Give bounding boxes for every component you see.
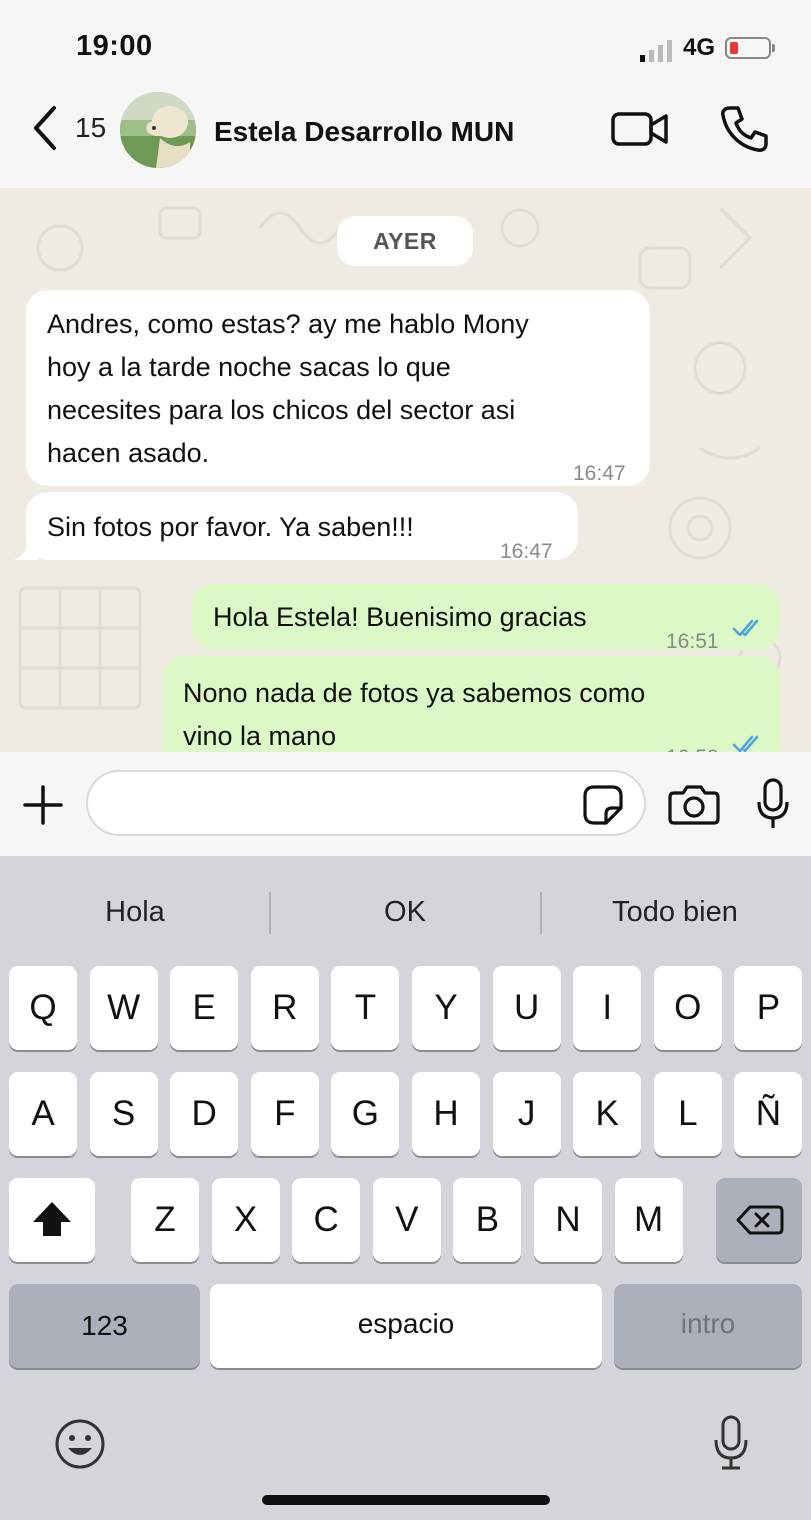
key-space[interactable]: espacio xyxy=(210,1284,602,1368)
incoming-message[interactable]: Andres, como estas? ay me hablo Mony hoy… xyxy=(26,290,650,486)
key-letter[interactable]: U xyxy=(492,966,561,1050)
camera-icon[interactable] xyxy=(668,783,720,825)
dictation-microphone-icon[interactable] xyxy=(712,1414,750,1472)
network-type: 4G xyxy=(683,34,716,61)
key-letter[interactable]: Y xyxy=(412,966,480,1050)
suggestion-hola[interactable]: Hola xyxy=(60,896,210,929)
key-letter[interactable]: F xyxy=(250,1072,319,1156)
key-letter[interactable]: R xyxy=(250,966,319,1050)
outgoing-message[interactable]: Hola Estela! Buenisimo gracias 16:51 xyxy=(192,584,780,653)
home-indicator xyxy=(262,1495,550,1505)
phone-call-icon[interactable] xyxy=(718,104,770,154)
key-letter[interactable]: O xyxy=(653,966,722,1050)
battery-cap xyxy=(772,44,775,52)
key-letter[interactable]: N xyxy=(534,1178,602,1262)
back-chevron-icon[interactable] xyxy=(30,104,60,152)
outgoing-message[interactable]: Nono nada de fotos ya sabemos como vino … xyxy=(162,656,780,752)
unread-count[interactable]: 15 xyxy=(75,112,106,144)
suggestion-divider xyxy=(540,892,542,934)
read-receipt-icon xyxy=(732,735,759,752)
key-letter[interactable]: J xyxy=(492,1072,561,1156)
microphone-icon[interactable] xyxy=(756,778,790,830)
key-letter[interactable]: K xyxy=(573,1072,642,1156)
key-letter[interactable]: W xyxy=(89,966,158,1050)
key-letter[interactable]: B xyxy=(453,1178,522,1262)
key-letter[interactable]: T xyxy=(331,966,400,1050)
signal-strength-icon xyxy=(640,40,672,62)
key-letter[interactable]: Q xyxy=(9,966,77,1050)
suggestion-divider xyxy=(269,892,271,934)
key-letter[interactable]: V xyxy=(372,1178,441,1262)
key-letter[interactable]: P xyxy=(734,966,803,1050)
shift-icon xyxy=(33,1202,71,1236)
emoji-icon[interactable] xyxy=(54,1418,106,1470)
message-text: Sin fotos por favor. Ya saben!!! xyxy=(47,512,414,542)
key-letter[interactable]: L xyxy=(653,1072,722,1156)
key-shift[interactable] xyxy=(9,1178,95,1262)
key-letter[interactable]: D xyxy=(170,1072,239,1156)
message-line: hacen asado. xyxy=(47,438,210,468)
backspace-icon xyxy=(736,1205,784,1235)
message-line: hoy a la tarde noche sacas lo que xyxy=(47,352,451,382)
message-time: 16:47 xyxy=(500,540,553,563)
key-letter[interactable]: Z xyxy=(131,1178,199,1262)
message-input[interactable] xyxy=(86,770,646,836)
video-call-icon[interactable] xyxy=(610,110,670,148)
key-backspace[interactable] xyxy=(716,1178,802,1262)
key-return[interactable]: intro xyxy=(614,1284,802,1368)
key-letter[interactable]: S xyxy=(89,1072,158,1156)
message-text: Hola Estela! Buenisimo gracias xyxy=(213,602,587,632)
message-line: necesites para los chicos del sector asi xyxy=(47,395,516,425)
message-line: Andres, como estas? ay me hablo Mony xyxy=(47,309,529,339)
chat-clip: Nono nada de fotos ya sabemos como vino … xyxy=(0,656,811,752)
read-receipt-icon xyxy=(732,619,759,637)
message-line: vino la mano xyxy=(183,721,337,751)
sticker-icon[interactable] xyxy=(582,784,624,826)
key-letter[interactable]: M xyxy=(614,1178,683,1262)
key-letter[interactable]: I xyxy=(573,966,642,1050)
key-letter[interactable]: E xyxy=(170,966,239,1050)
suggestion-ok[interactable]: OK xyxy=(330,896,480,929)
key-numbers[interactable]: 123 xyxy=(9,1284,200,1368)
message-time: 16:52 xyxy=(666,736,719,752)
plus-icon[interactable] xyxy=(22,784,64,826)
suggestion-todo-bien[interactable]: Todo bien xyxy=(580,896,770,929)
battery-icon xyxy=(725,37,771,59)
message-time: 16:47 xyxy=(573,462,626,485)
date-separator: AYER xyxy=(337,216,473,266)
key-letter[interactable]: C xyxy=(292,1178,361,1262)
key-letter[interactable]: G xyxy=(331,1072,400,1156)
key-letter[interactable]: X xyxy=(211,1178,280,1262)
key-letter[interactable]: A xyxy=(9,1072,77,1156)
key-letter[interactable]: H xyxy=(412,1072,480,1156)
incoming-message[interactable]: Sin fotos por favor. Ya saben!!! 16:47 xyxy=(26,492,578,563)
key-letter[interactable]: Ñ xyxy=(734,1072,803,1156)
status-time: 19:00 xyxy=(76,30,153,62)
contact-name[interactable]: Estela Desarrollo MUN xyxy=(214,116,514,148)
contact-avatar[interactable] xyxy=(120,92,196,168)
message-line: Nono nada de fotos ya sabemos como xyxy=(183,678,646,708)
